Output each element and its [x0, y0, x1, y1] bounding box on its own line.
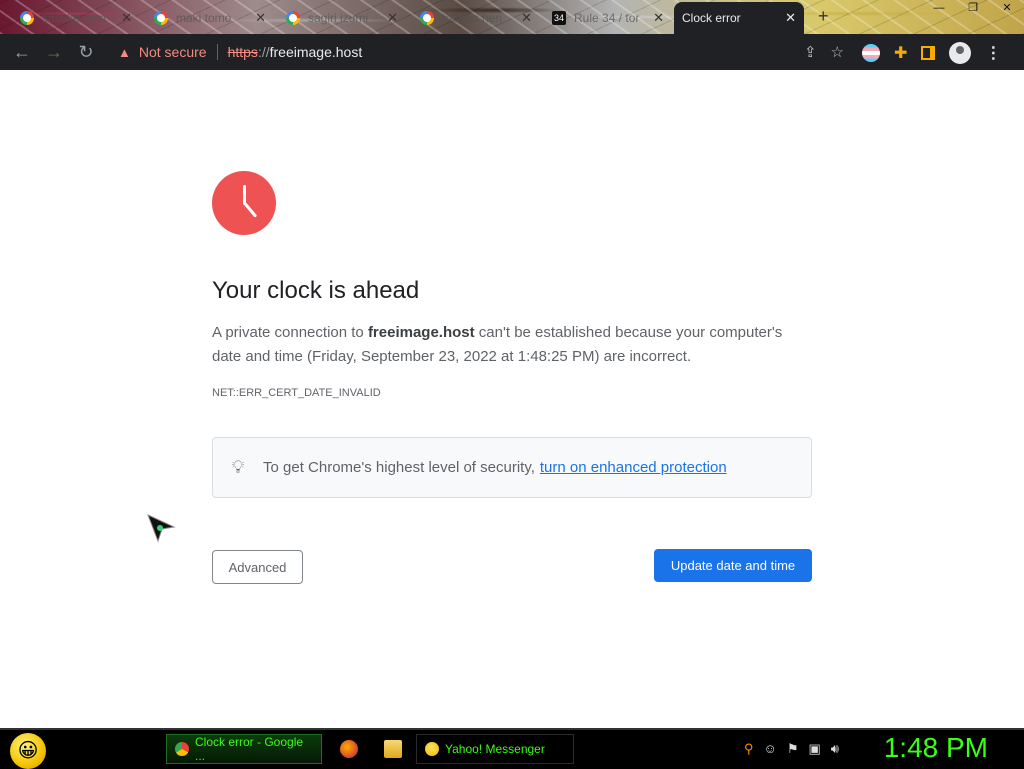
close-window-icon[interactable]: ✕	[990, 0, 1024, 18]
close-icon[interactable]: ✕	[387, 10, 398, 26]
action-center-flag-icon[interactable]: ⚑	[787, 741, 799, 757]
volume-icon[interactable]: 🔊︎	[831, 741, 839, 757]
restore-icon[interactable]: ❐	[956, 0, 990, 18]
tab-4[interactable]: touhou hen ✕	[412, 4, 540, 32]
extension-flag-icon[interactable]	[862, 44, 880, 62]
taskbar-item-chrome[interactable]: Clock error - Google ...	[166, 734, 322, 764]
rule34-icon: 34	[552, 11, 566, 25]
enhanced-protection-link[interactable]: turn on enhanced protection	[540, 459, 727, 476]
url-scheme: https	[227, 44, 258, 60]
network-icon[interactable]: ▣	[808, 741, 820, 757]
browser-toolbar: ← → ↻ ▲ Not secure https :// freeimage.h…	[0, 34, 1024, 70]
chat-icon[interactable]: ☺	[764, 741, 777, 757]
tab-label: Rule 34 / tor	[574, 11, 640, 25]
file-explorer-icon[interactable]	[384, 740, 402, 758]
tab-2[interactable]: maki tomo ✕	[146, 4, 274, 32]
close-icon[interactable]: ✕	[521, 10, 532, 26]
desc-host: freeimage.host	[367, 324, 475, 341]
close-icon[interactable]: ✕	[121, 10, 132, 26]
clock-icon	[212, 171, 276, 235]
extensions-puzzle-icon[interactable]: ✚	[894, 43, 907, 63]
security-tip-text: To get Chrome's highest level of securit…	[263, 459, 535, 476]
tab-label: maki tomo	[176, 11, 232, 25]
google-icon	[20, 11, 34, 25]
forward-icon[interactable]: →	[38, 36, 70, 68]
tab-label: Clock error	[682, 11, 741, 25]
security-tip-box: 💡︎ To get Chrome's highest level of secu…	[212, 437, 812, 498]
start-button-smiley-icon[interactable]: 😀︎	[10, 733, 46, 769]
tab-1[interactable]: sasuke sam ✕	[12, 4, 140, 32]
side-panel-icon[interactable]	[921, 46, 936, 60]
update-date-time-button[interactable]: Update date and time	[654, 549, 812, 582]
lightbulb-icon: 💡︎	[231, 457, 245, 477]
tab-strip: sasuke sam ✕ maki tomo ✕ sagiri izumi ✕ …	[0, 0, 1024, 34]
address-bar[interactable]: ▲ Not secure https :// freeimage.host ⇪ …	[108, 39, 852, 65]
page-title: Your clock is ahead	[212, 277, 420, 304]
reload-icon[interactable]: ↻	[70, 36, 102, 68]
taskbar-item-label: Clock error - Google ...	[195, 735, 304, 763]
warning-icon[interactable]: ▲	[118, 45, 131, 60]
google-icon	[154, 11, 168, 25]
security-chip[interactable]: Not secure	[139, 44, 207, 60]
tab-5[interactable]: 34 Rule 34 / tor ✕	[544, 4, 672, 32]
tab-label: sasuke sam	[42, 11, 107, 25]
taskbar-item-label: Yahoo! Messenger	[445, 742, 545, 756]
google-icon	[286, 11, 300, 25]
firefox-icon[interactable]	[340, 740, 358, 758]
mouse-cursor-icon	[147, 514, 176, 543]
close-icon[interactable]: ✕	[255, 10, 266, 26]
desc-prefix: A private connection to	[212, 324, 368, 341]
extensions-area: ✚ ⋮	[862, 42, 1001, 64]
yahoo-messenger-icon	[425, 742, 439, 756]
tab-active[interactable]: Clock error ✕	[674, 2, 804, 34]
error-description: A private connection to freeimage.host c…	[212, 321, 802, 369]
back-icon[interactable]: ←	[6, 36, 38, 68]
url-separator: ://	[257, 44, 270, 60]
taskbar-clock[interactable]: 1:48 PM	[884, 732, 988, 764]
advanced-button[interactable]: Advanced	[212, 550, 303, 584]
tab-label: touhou hen	[442, 11, 503, 25]
error-code[interactable]: NET::ERR_CERT_DATE_INVALID	[212, 387, 381, 399]
taskbar-item-yahoo[interactable]: Yahoo! Messenger	[416, 734, 574, 764]
divider	[216, 44, 218, 60]
bookmark-star-icon[interactable]: ☆	[831, 43, 844, 61]
url-host: freeimage.host	[269, 44, 363, 60]
chrome-icon	[175, 742, 189, 756]
system-tray: ⚲ ☺ ⚑ ▣ 🔊︎	[744, 741, 839, 757]
close-icon[interactable]: ✕	[653, 10, 664, 26]
search-icon[interactable]: ⚲	[744, 741, 754, 757]
profile-avatar-icon[interactable]	[949, 42, 972, 64]
new-tab-icon[interactable]: +	[818, 6, 829, 27]
tab-3[interactable]: sagiri izumi ✕	[278, 4, 406, 32]
menu-kebab-icon[interactable]: ⋮	[985, 43, 1001, 63]
close-icon[interactable]: ✕	[785, 10, 796, 26]
tab-label: sagiri izumi	[308, 11, 369, 25]
minimize-icon[interactable]: —	[922, 0, 956, 18]
google-icon	[420, 11, 434, 25]
window-controls: — ❐ ✕	[922, 0, 1024, 18]
share-icon[interactable]: ⇪	[804, 43, 817, 61]
taskbar: 😀︎ Clock error - Google ... Yahoo! Messe…	[0, 728, 1024, 769]
interstitial-page: Your clock is ahead A private connection…	[0, 70, 1024, 728]
